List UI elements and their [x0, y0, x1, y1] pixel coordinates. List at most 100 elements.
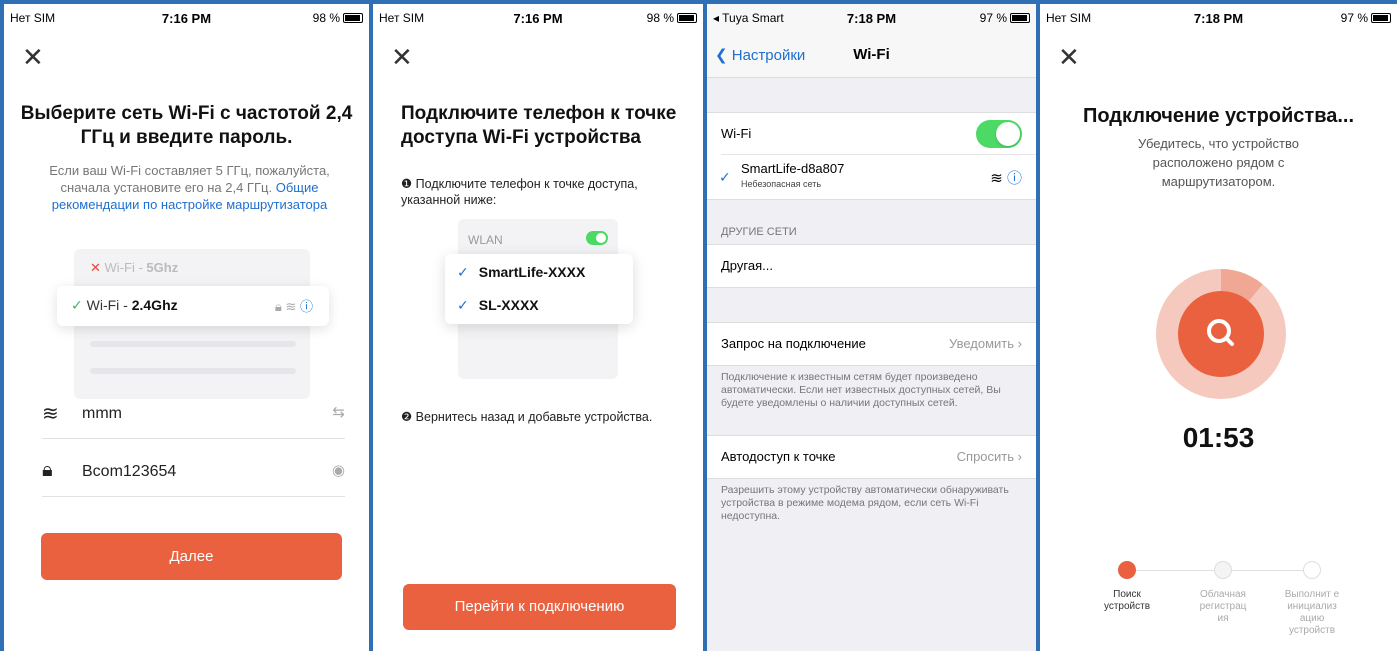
auto-hotspot-value: Спросить › [957, 449, 1022, 464]
search-circle [1178, 291, 1264, 377]
status-bar: Нет SIM 7:16 PM 98 % [4, 4, 369, 32]
step-init: Выполнит е инициализ ацию устройств [1282, 561, 1342, 637]
step-label: Выполнит е инициализ ацию устройств [1284, 589, 1340, 636]
wifi-label: Wi-Fi [721, 126, 752, 141]
other-network-label: Другая... [721, 258, 773, 273]
connect-button[interactable]: Перейти к подключению [403, 584, 676, 630]
hotspot-network-name: SmartLife-XXXX [478, 264, 586, 280]
hotspot-value-text: Спросить [956, 449, 1015, 464]
battery-icon [1010, 13, 1030, 23]
other-network-row[interactable]: Другая... [721, 245, 1036, 287]
close-icon[interactable]: ✕ [391, 44, 413, 70]
wifi-group: Wi-Fi ✓ SmartLife-d8a807 Небезопасная се… [707, 112, 1036, 200]
step-label: Поиск устройств [1103, 589, 1151, 612]
hotspot-network-1: ✓ SmartLife-XXXX [457, 264, 585, 281]
step-search: Поиск устройств [1097, 561, 1157, 613]
page-title: Выберите сеть Wi-Fi с частотой 2,4 ГГц и… [20, 103, 353, 148]
countdown-timer: 01:53 [1182, 422, 1255, 453]
next-button[interactable]: Далее [41, 533, 342, 580]
nav-title: Wi-Fi [853, 46, 890, 63]
close-icon[interactable]: ✕ [22, 44, 44, 70]
info-icon: ⓘ [299, 299, 313, 314]
step-one-text: ❶ Подключите телефон к точке доступа, ук… [401, 177, 638, 207]
chevron-right-icon: › [1017, 336, 1022, 351]
status-bar: Нет SIM 7:16 PM 98 % [373, 4, 703, 32]
network-24g-prefix: Wi-Fi - [86, 297, 132, 313]
battery-icon [1371, 13, 1391, 23]
chevron-right-icon: › [1017, 449, 1022, 464]
battery-percent: 98 % [312, 11, 340, 25]
ios-wifi-settings-screen: ◂ Tuya Smart 7:18 PM 97 % ❮ Настройки Wi… [707, 4, 1036, 651]
eye-icon[interactable]: ◉ [332, 461, 345, 479]
ask-value-text: Уведомить [949, 336, 1015, 351]
subtitle: Убедитесь, что устройство расположено ря… [1138, 136, 1299, 189]
network-24g-label: ✓ Wi-Fi - 2.4Ghz [71, 297, 178, 314]
page-title: Подключение устройства... [1082, 105, 1355, 127]
network-5g-row: ✕ Wi-Fi - 5Ghz [90, 260, 178, 276]
ask-to-join-label: Запрос на подключение [721, 336, 866, 351]
other-networks-group: Другая... [707, 244, 1036, 288]
network-icons: ≋ ⓘ [990, 167, 1022, 188]
network-24g-card: ✓ Wi-Fi - 2.4Ghz 🔒︎ ≋ ⓘ [57, 286, 329, 326]
step-active-icon [1118, 561, 1136, 579]
status-right: 98 % [313, 11, 363, 25]
connected-network-row[interactable]: ✓ SmartLife-d8a807 Небезопасная сеть ≋ ⓘ [707, 155, 1036, 199]
wifi-toggle[interactable] [976, 120, 1022, 148]
auto-hotspot-group: Автодоступ к точке Спросить › [707, 435, 1036, 479]
other-networks-header: ДРУГИЕ СЕТИ [721, 226, 797, 238]
switch-network-icon[interactable]: ⇆ [332, 403, 345, 421]
battery-percent: 98 % [646, 11, 674, 25]
step-label: Облачная регистрац ия [1199, 589, 1247, 624]
network-5g-prefix: Wi-Fi - [104, 260, 147, 275]
wifi-icon: ≋ [42, 403, 59, 425]
lock-icon: 🔒︎ [274, 299, 282, 314]
wlan-label: WLAN [468, 233, 503, 247]
ask-to-join-row[interactable]: Запрос на подключение Уведомить › [721, 323, 1036, 365]
ask-to-join-value: Уведомить › [949, 336, 1022, 351]
init-icon [1303, 561, 1321, 579]
status-right: 98 % [647, 11, 697, 25]
hotspot-network-2: ✓ SL-XXXX [457, 297, 539, 314]
password-value: Bcom123654 [82, 463, 177, 480]
connecting-device-screen: Нет SIM 7:18 PM 97 % ✕ Подключение устро… [1040, 4, 1397, 651]
hint-text: Если ваш Wi-Fi составляет 5 ГГц, пожалуй… [40, 162, 339, 213]
check-icon: ✓ [457, 264, 469, 280]
wifi-toggle-row: Wi-Fi [721, 113, 1036, 155]
auto-hotspot-label: Автодоступ к точке [721, 449, 836, 464]
connected-network-name: SmartLife-d8a807 [741, 161, 845, 176]
hotspot-instructions-screen: Нет SIM 7:16 PM 98 % ✕ Подключите телефо… [373, 4, 703, 651]
battery-percent: 97 % [1340, 11, 1368, 25]
check-icon: ✓ [71, 297, 83, 313]
connected-network-sub: Небезопасная сеть [741, 179, 822, 189]
status-bar: Нет SIM 7:18 PM 97 % [1040, 4, 1397, 32]
ask-to-join-group: Запрос на подключение Уведомить › [707, 322, 1036, 366]
ask-to-join-note: Подключение к известным сетям будет прои… [721, 371, 1001, 409]
battery-icon [677, 13, 697, 23]
wifi-select-screen: Нет SIM 7:16 PM 98 % ✕ Выберите сеть Wi-… [4, 4, 369, 651]
info-icon[interactable]: ⓘ [1007, 170, 1022, 187]
lock-icon: 🔒︎ [42, 459, 53, 481]
check-icon: ✓ [719, 169, 731, 185]
password-field[interactable]: 🔒︎ Bcom123654 ◉ [42, 447, 345, 497]
battery-icon [343, 13, 363, 23]
auto-hotspot-row[interactable]: Автодоступ к точке Спросить › [721, 436, 1036, 478]
ssid-field[interactable]: ≋ mmm ⇆ [42, 389, 345, 439]
screenshot-strip: Нет SIM 7:16 PM 98 % ✕ Выберите сеть Wi-… [0, 0, 1397, 651]
hotspot-network-name: SL-XXXX [478, 297, 539, 313]
placeholder-bar [90, 341, 296, 347]
cloud-icon [1214, 561, 1232, 579]
status-bar: ◂ Tuya Smart 7:18 PM 97 % [707, 4, 1036, 32]
page-title: Подключите телефон к точке доступа Wi-Fi… [401, 103, 677, 148]
cross-icon: ✕ [90, 260, 101, 275]
step-cloud: Облачная регистрац ия [1193, 561, 1253, 625]
step-two-text: ❷ Вернитесь назад и добавьте устройства. [401, 410, 653, 424]
auto-hotspot-note: Разрешить этому устройству автоматически… [721, 484, 1009, 522]
status-right: 97 % [1341, 11, 1391, 25]
placeholder-bar [90, 368, 296, 374]
wlan-toggle [586, 231, 608, 245]
check-icon: ✓ [457, 297, 469, 313]
network-24g-band: 2.4Ghz [131, 297, 178, 313]
network-5g-band: 5Ghz [146, 260, 179, 275]
close-icon[interactable]: ✕ [1058, 44, 1080, 70]
wifi-icon: ≋ [285, 299, 297, 314]
